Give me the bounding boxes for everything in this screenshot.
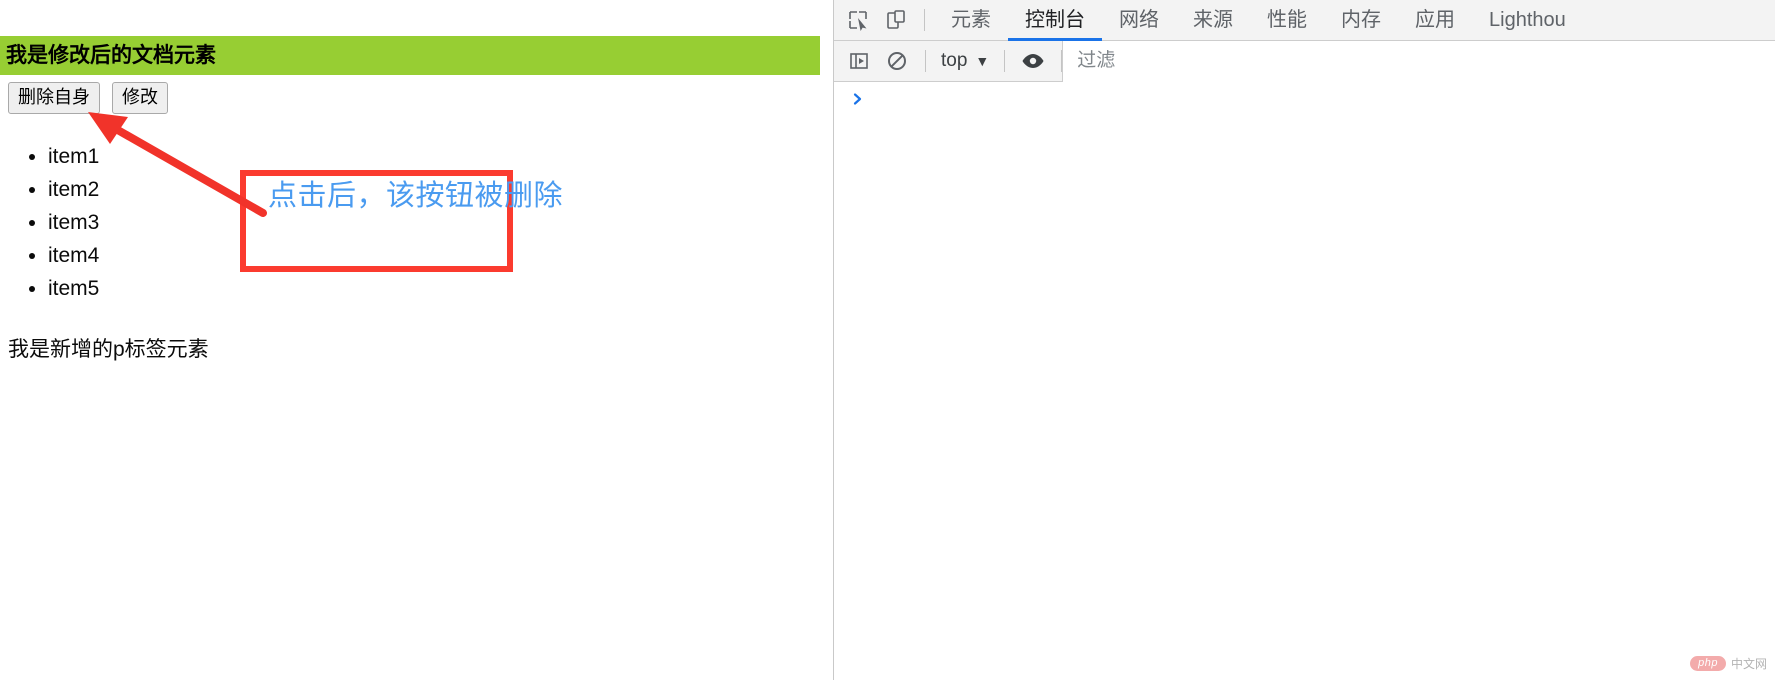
- console-message-area[interactable]: [834, 83, 1775, 680]
- tab-sources[interactable]: 来源: [1176, 0, 1250, 41]
- list-item: item3: [48, 206, 99, 239]
- toolbar-separator: [925, 50, 926, 72]
- tab-network[interactable]: 网络: [1102, 0, 1176, 41]
- annotation-text: 点击后，该按钮被删除: [268, 180, 564, 212]
- console-command-input[interactable]: [870, 88, 1775, 110]
- rendered-page-pane: 我是修改后的文档元素 删除自身 修改 item1 item2 item3 ite…: [0, 0, 833, 680]
- page-heading: 我是修改后的文档元素: [0, 36, 820, 76]
- delete-self-button[interactable]: 删除自身: [8, 82, 100, 114]
- tab-elements[interactable]: 元素: [934, 0, 1008, 41]
- devtools-tabbar: 元素 控制台 网络 来源 性能 内存 应用 Lighthou: [834, 0, 1775, 41]
- toolbar-separator: [924, 9, 925, 31]
- page-button-row: 删除自身 修改: [8, 82, 168, 114]
- tab-console[interactable]: 控制台: [1008, 0, 1102, 41]
- new-paragraph: 我是新增的p标签元素: [8, 338, 209, 361]
- tab-memory[interactable]: 内存: [1324, 0, 1398, 41]
- tab-performance[interactable]: 性能: [1250, 0, 1324, 41]
- chevron-down-icon: ▼: [975, 53, 990, 69]
- console-sidebar-icon[interactable]: [840, 42, 878, 80]
- modify-button[interactable]: 修改: [112, 82, 168, 114]
- console-prompt-icon: [848, 88, 868, 110]
- clear-console-icon[interactable]: [878, 42, 916, 80]
- list-item: item2: [48, 173, 99, 206]
- execution-context-value: top: [941, 50, 968, 71]
- console-filter-input[interactable]: [1062, 40, 1775, 82]
- list-item: item5: [48, 272, 99, 305]
- watermark-badge: php: [1690, 656, 1726, 671]
- item-list: item1 item2 item3 item4 item5: [8, 140, 99, 305]
- inspect-element-icon[interactable]: [839, 1, 877, 39]
- tab-application[interactable]: 应用: [1398, 0, 1472, 41]
- console-toolbar: top ▼: [834, 40, 1775, 82]
- list-item: item4: [48, 239, 99, 272]
- live-expression-icon[interactable]: [1014, 42, 1052, 80]
- execution-context-select[interactable]: top ▼: [935, 50, 995, 72]
- devtools-panel: 元素 控制台 网络 来源 性能 内存 应用 Lighthou top ▼ 过滤 …: [834, 0, 1775, 680]
- toolbar-separator: [1004, 50, 1006, 72]
- tab-lighthouse[interactable]: Lighthou: [1472, 0, 1583, 41]
- device-toolbar-icon[interactable]: [877, 1, 915, 39]
- watermark: php 中文网: [1690, 655, 1767, 672]
- list-item: item1: [48, 140, 99, 173]
- watermark-label: 中文网: [1730, 657, 1767, 671]
